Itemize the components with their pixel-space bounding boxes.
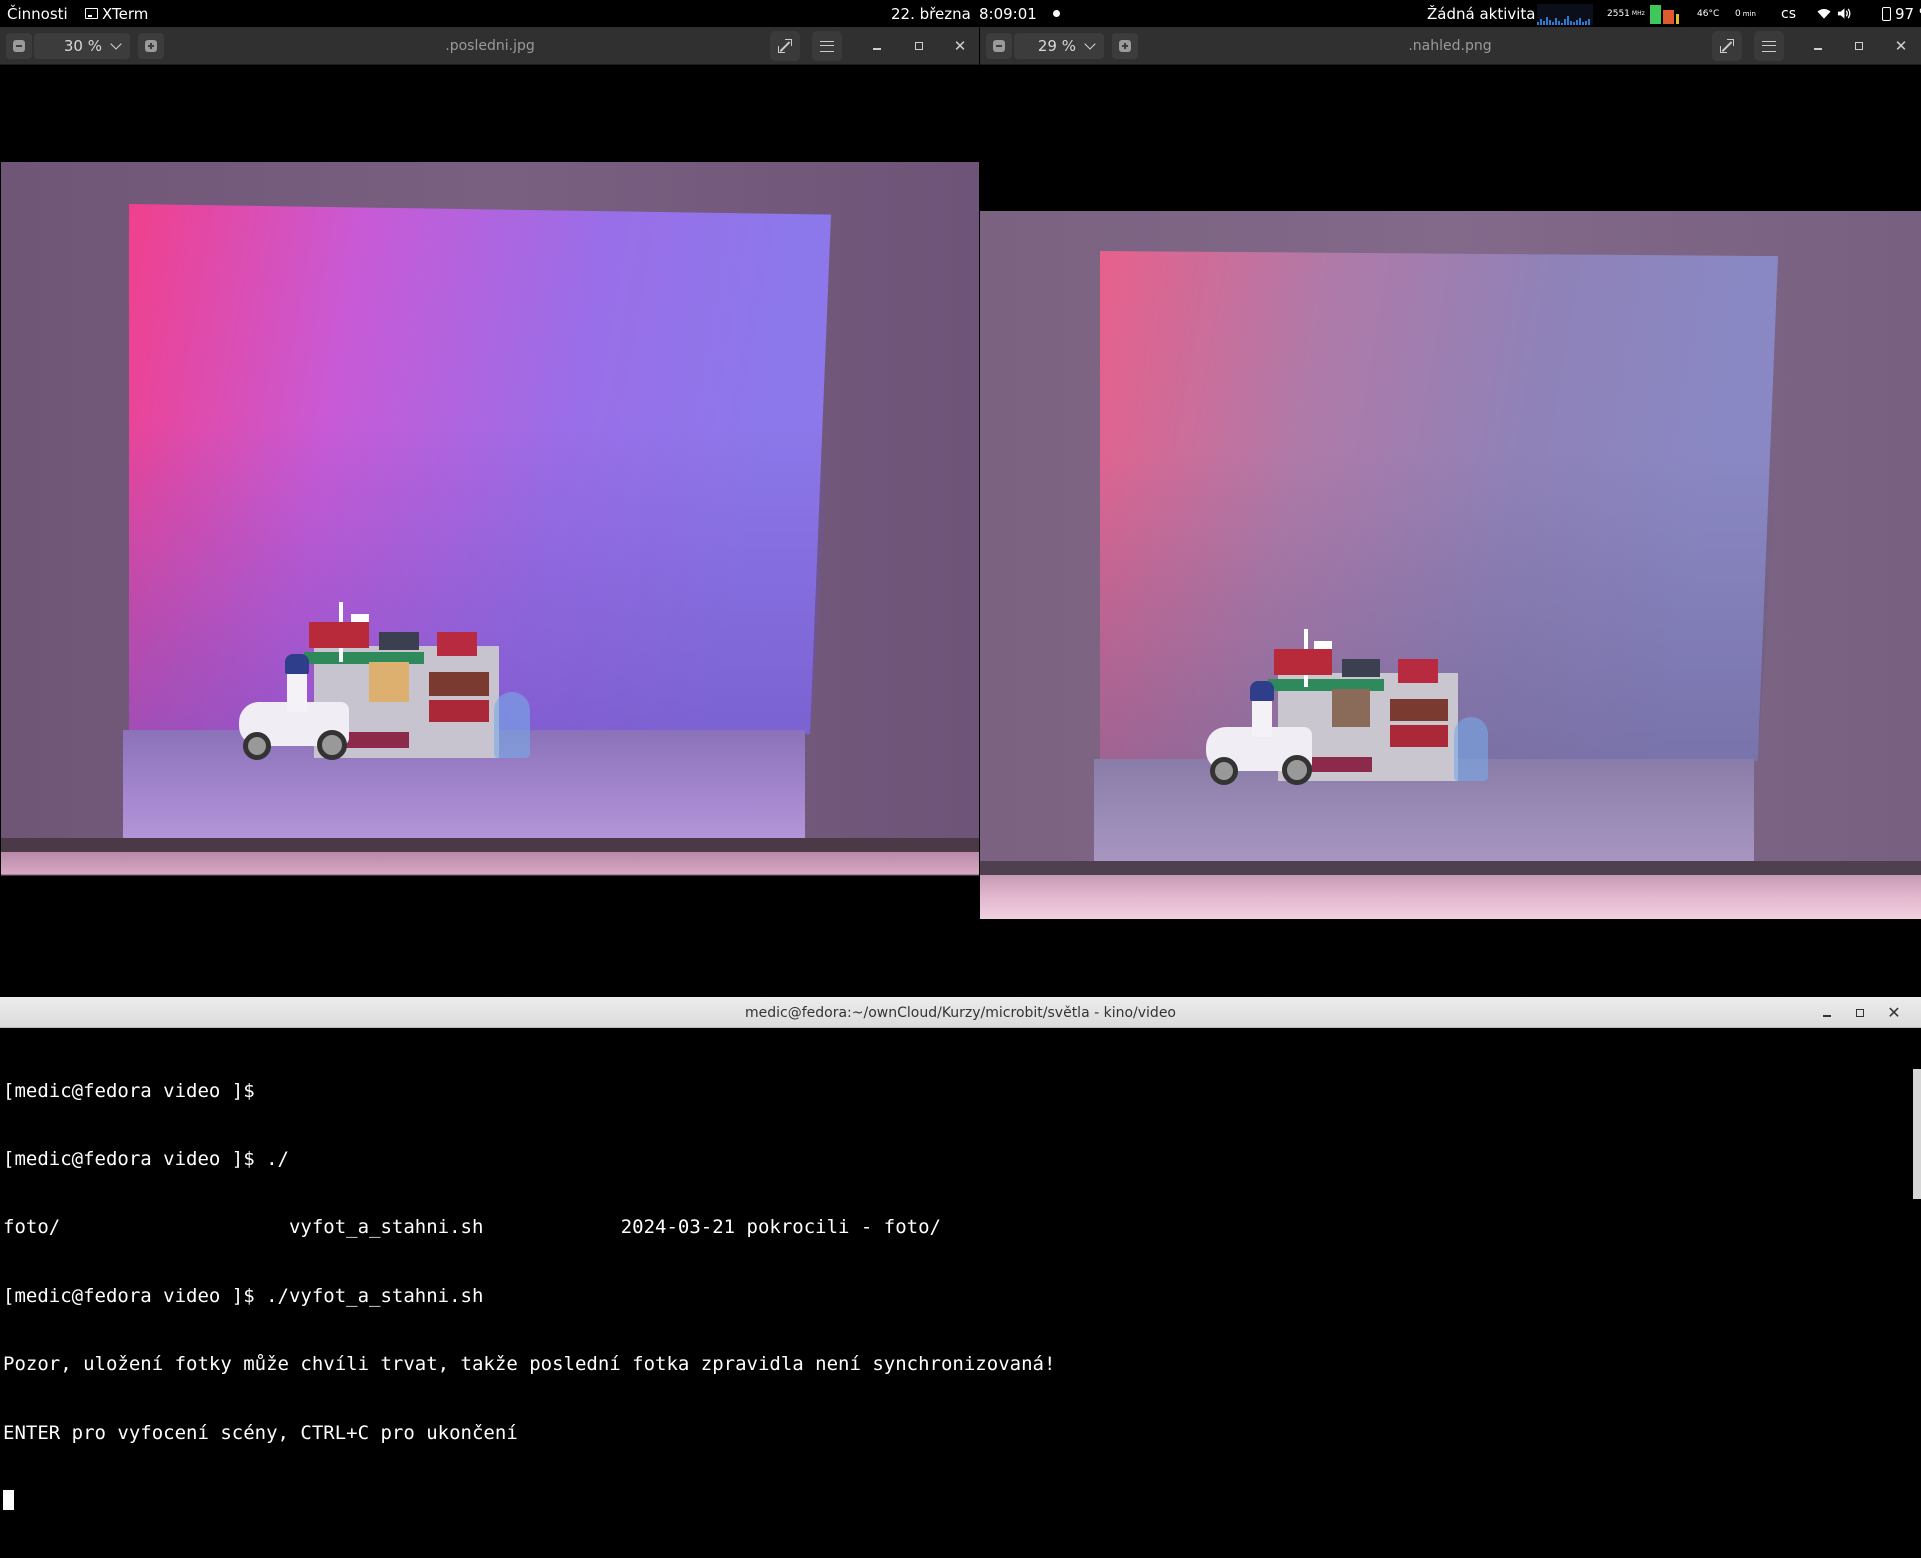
displayed-image	[980, 211, 1921, 919]
maximize-button[interactable]	[907, 27, 931, 65]
zoom-out-icon	[13, 40, 25, 52]
image-viewer-window-left[interactable]: 30 % .posledni.jpg ✕	[0, 27, 979, 995]
minimize-button[interactable]	[865, 27, 889, 65]
hamburger-menu-icon	[1762, 40, 1776, 52]
terminal-titlebar[interactable]: medic@fedora:~/ownCloud/Kurzy/microbit/s…	[0, 997, 1921, 1028]
cpu-usage-bars[interactable]	[1650, 5, 1679, 24]
hamburger-menu-icon	[820, 40, 834, 52]
top-bar: Činnosti XTerm 22. března 8:09:01 Žádná …	[0, 0, 1921, 27]
activities-button[interactable]: Činnosti	[7, 0, 68, 27]
uptime-unit: min	[1742, 9, 1756, 18]
maximize-icon	[1856, 1008, 1864, 1017]
fullscreen-icon	[778, 39, 792, 53]
terminal-output[interactable]: [medic@fedora video ]$ [medic@fedora vid…	[0, 1028, 1921, 1558]
terminal-maximize-button[interactable]	[1849, 997, 1871, 1028]
minimize-button[interactable]	[1806, 27, 1830, 65]
terminal-scrollbar[interactable]	[1913, 1069, 1921, 1199]
keyboard-layout[interactable]: cs	[1781, 0, 1796, 27]
minimize-icon	[873, 48, 881, 50]
clock-label[interactable]: 8:09:01	[979, 0, 1037, 27]
record-dot-icon	[1052, 0, 1060, 27]
minimize-icon	[1814, 48, 1822, 50]
terminal-line: [medic@fedora video ]$ ./vyfot_a_stahni.…	[3, 1284, 484, 1307]
cpu-frequency[interactable]: 2551 MHz	[1607, 0, 1645, 27]
menu-button[interactable]	[812, 31, 842, 61]
uptime-value: 0	[1735, 8, 1741, 19]
battery-percent: 97 %	[1895, 4, 1921, 23]
minimize-icon	[1823, 1015, 1831, 1017]
chevron-down-icon	[110, 38, 122, 50]
displayed-image	[1, 162, 979, 896]
close-icon: ✕	[953, 37, 967, 55]
zoom-in-icon	[145, 40, 157, 52]
xterm-window[interactable]: medic@fedora:~/ownCloud/Kurzy/microbit/s…	[0, 997, 1921, 1510]
image-viewer-window-right[interactable]: 29 % .nahled.png ✕	[980, 27, 1921, 995]
maximize-icon	[915, 42, 923, 50]
network-graph[interactable]	[1537, 4, 1593, 25]
fullscreen-icon	[1720, 39, 1734, 53]
battery-icon	[1882, 6, 1891, 21]
text-cursor	[3, 1489, 14, 1510]
maximize-button[interactable]	[1847, 27, 1871, 65]
close-button[interactable]: ✕	[948, 27, 972, 65]
terminal-minimize-button[interactable]	[1816, 997, 1838, 1028]
app-menu-button[interactable]: XTerm	[85, 0, 148, 27]
viewer-title: .nahled.png	[1408, 38, 1492, 54]
cpu-temperature[interactable]: 46°C	[1697, 0, 1719, 27]
system-tray[interactable]	[1817, 0, 1851, 27]
menu-button[interactable]	[1754, 31, 1784, 61]
close-icon: ✕	[1894, 37, 1908, 55]
zoom-out-button[interactable]	[986, 33, 1012, 59]
lego-model	[1206, 591, 1516, 796]
zoom-value: 30 %	[63, 37, 102, 55]
terminal-line: [medic@fedora video ]$ ./	[3, 1147, 289, 1170]
lego-model	[239, 562, 559, 772]
cpu-frequency-value: 2551	[1607, 8, 1630, 19]
volume-icon	[1837, 7, 1851, 21]
zoom-in-button[interactable]	[1112, 33, 1138, 59]
zoom-in-button[interactable]	[138, 33, 164, 59]
zoom-dropdown[interactable]: 30 %	[34, 33, 130, 59]
terminal-title: medic@fedora:~/ownCloud/Kurzy/microbit/s…	[745, 1004, 1176, 1021]
app-name: XTerm	[102, 4, 149, 23]
terminal-line: foto/ vyfot_a_stahni.sh 2024-03-21 pokro…	[3, 1216, 941, 1239]
battery-indicator[interactable]: 97 %	[1882, 0, 1921, 27]
terminal-line: Pozor, uložení fotky může chvíli trvat, …	[3, 1353, 1056, 1376]
cpu-frequency-unit: MHz	[1631, 10, 1645, 17]
uptime[interactable]: 0 min	[1735, 0, 1756, 27]
zoom-value: 29 %	[1037, 37, 1076, 55]
viewer-title: .posledni.jpg	[445, 38, 535, 54]
fullscreen-button[interactable]	[1712, 31, 1742, 61]
viewer-header: 29 % .nahled.png ✕	[980, 27, 1921, 65]
terminal-close-button[interactable]: ✕	[1883, 997, 1905, 1028]
zoom-out-icon	[993, 40, 1005, 52]
terminal-prompt-line[interactable]	[3, 1489, 1921, 1513]
terminal-icon	[85, 8, 98, 19]
zoom-dropdown[interactable]: 29 %	[1014, 33, 1104, 59]
chevron-down-icon	[1084, 38, 1096, 50]
terminal-line: ENTER pro vyfocení scény, CTRL+C pro uko…	[3, 1421, 518, 1444]
activity-status[interactable]: Žádná aktivita	[1427, 0, 1536, 27]
close-button[interactable]: ✕	[1889, 27, 1913, 65]
wifi-icon	[1817, 7, 1831, 21]
zoom-out-button[interactable]	[6, 33, 32, 59]
zoom-in-icon	[1119, 40, 1131, 52]
date-label[interactable]: 22. března	[891, 0, 971, 27]
viewer-header: 30 % .posledni.jpg ✕	[0, 27, 979, 65]
maximize-icon	[1855, 42, 1863, 50]
terminal-line: [medic@fedora video ]$	[3, 1079, 255, 1102]
fullscreen-button[interactable]	[770, 31, 800, 61]
close-icon: ✕	[1887, 1003, 1901, 1022]
